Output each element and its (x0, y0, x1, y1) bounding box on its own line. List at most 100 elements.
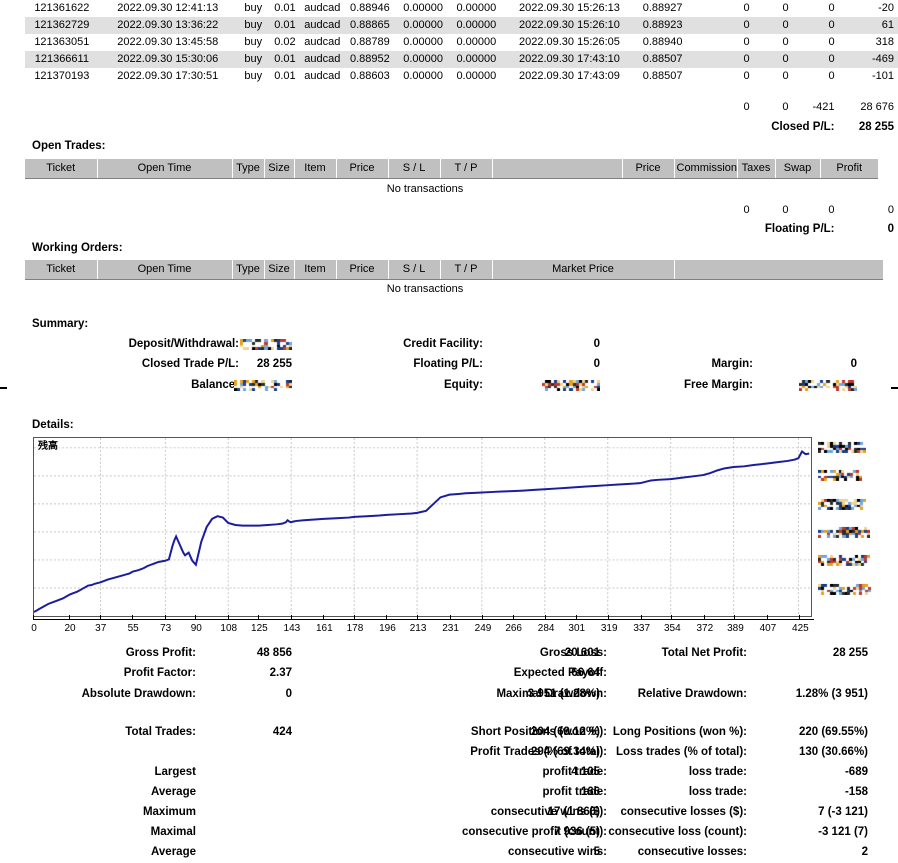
x-tick-mark (227, 615, 229, 619)
cell-commission: 0 (689, 17, 754, 34)
stat-label: Total Net Profit: (661, 647, 747, 659)
stat-label: loss trade: (688, 766, 747, 778)
floating-pl-row: Floating P/L: 0 (0, 221, 898, 238)
column-header-profit[interactable]: Profit (820, 158, 878, 179)
column-header-swap[interactable]: Swap (775, 158, 821, 179)
working-orders-header: Ticket Open Time Type Size Item Price S / LT /… (0, 259, 898, 280)
column-header-size[interactable]: Size (264, 158, 295, 179)
x-tick-mark (99, 615, 101, 619)
x-tick-label: 178 (346, 623, 364, 634)
redacted-value (818, 555, 870, 567)
closed-pl-row: Closed P/L: 28 255 (0, 119, 898, 136)
stat-value: -158 (844, 786, 868, 798)
total-swap: -421 (812, 101, 835, 113)
cell-commission: 0 (689, 51, 754, 68)
redacted-value (542, 380, 600, 392)
cell-commission: 0 (743, 70, 750, 82)
closed-pl-value: 28 255 (858, 121, 894, 133)
stat-value: 424 (272, 726, 292, 738)
x-tick-label: 125 (251, 623, 268, 634)
column-header-market-price[interactable]: Market Price (492, 259, 675, 280)
x-tick-mark (512, 615, 514, 619)
column-header-taxes[interactable]: Taxes (737, 158, 776, 179)
column-header-type[interactable]: Type (232, 158, 265, 179)
column-header-price[interactable]: Price (336, 158, 389, 179)
summary-row: Closed Trade P/L: 28 255 Floating P/L: 0 Mar… (0, 358, 898, 378)
column-header-item[interactable]: Item (294, 158, 337, 179)
x-tick-mark (575, 615, 577, 619)
totals-row: 0 0 -421 28 676 (25, 99, 898, 116)
cell-tp: 0.00000 (449, 17, 503, 34)
column-header-s-l[interactable]: S / L (388, 259, 441, 280)
stat-label: Long Positions (won %): (612, 726, 747, 738)
cell-tp: 0.00000 (456, 36, 497, 48)
x-tick-mark (323, 615, 325, 619)
open-total-swap: 0 (828, 204, 835, 216)
column-header-ticket[interactable]: Ticket (25, 158, 98, 179)
x-tick-mark (545, 615, 547, 619)
cell-taxes: 0 (782, 70, 789, 82)
x-tick-mark (386, 615, 388, 619)
cell-commission: 0 (743, 2, 750, 14)
column-header-type[interactable]: Type (232, 259, 265, 280)
stat-value: 20 601 (564, 647, 600, 659)
column-header-commission[interactable]: Commission (674, 158, 738, 179)
redacted-value (818, 583, 874, 595)
x-tick-label: 37 (95, 623, 107, 634)
x-tick-label: 249 (474, 623, 492, 634)
stat-label: consecutive losses: (637, 846, 747, 858)
x-tick-label: 407 (759, 623, 777, 634)
stat-value: 3 951 (1.28%) (527, 688, 600, 700)
column-header-s-l[interactable]: S / L (388, 158, 441, 179)
chart-series-label: 残高 (37, 441, 59, 452)
open-trades-totals: 0 0 0 0 (0, 202, 898, 219)
cell-taxes: 0 (753, 51, 793, 68)
chart-gridlines (34, 438, 811, 616)
cell-swap: 0 (828, 36, 835, 48)
cell-type: buy (236, 17, 270, 34)
y-tick-label (818, 583, 874, 596)
cell-price: 0.88789 (350, 36, 390, 48)
cell-open-time: 2022.09.30 17:30:51 (117, 70, 219, 82)
x-tick-mark (195, 615, 197, 619)
cell-ticket: 121366611 (25, 51, 99, 68)
column-header-item[interactable]: Item (294, 259, 337, 280)
column-header-open-time[interactable]: Open Time (97, 259, 233, 280)
column-header-t-p[interactable]: T / P (440, 259, 493, 280)
column-header-price[interactable]: Price (622, 158, 675, 179)
x-tick-mark (353, 615, 355, 619)
column-header-ticket[interactable]: Ticket (25, 259, 98, 280)
stat-label: Largest (154, 766, 196, 778)
cell-size: 0.01 (269, 51, 301, 68)
stat-label: Average (151, 846, 196, 858)
cell-profit: 318 (875, 36, 894, 48)
cell-ticket: 121363051 (34, 36, 90, 48)
column-header-size[interactable]: Size (264, 259, 295, 280)
summary-label: Free Margin: (683, 379, 753, 391)
working-orders-heading: Working Orders: (32, 242, 123, 254)
redacted-value (234, 380, 292, 392)
table-row: 121370193 2022.09.30 17:30:51 buy 0.01 audca… (25, 68, 898, 85)
stat-label: Maximum (142, 806, 196, 818)
cell-close-time: 2022.09.30 15:26:13 (518, 2, 620, 14)
column-header-open-time[interactable]: Open Time (97, 158, 233, 179)
column-header-price[interactable]: Price (336, 259, 389, 280)
column-header-blank[interactable] (492, 158, 623, 179)
cell-type: buy (244, 36, 263, 48)
cell-size: 0.02 (274, 36, 296, 48)
y-tick-label (818, 498, 866, 511)
x-tick-mark (671, 615, 673, 619)
cell-sl: 0.00000 (403, 70, 443, 82)
x-tick-label: 354 (664, 623, 681, 634)
cell-tp: 0.00000 (456, 70, 497, 82)
x-tick-label: 301 (568, 623, 586, 634)
x-tick-label: 213 (409, 623, 427, 634)
cell-close-time: 2022.09.30 15:26:05 (518, 36, 620, 48)
x-tick-mark (482, 615, 483, 619)
column-header-t-p[interactable]: T / P (440, 158, 493, 179)
x-tick-label: 372 (696, 623, 714, 634)
column-header-blank[interactable] (674, 259, 883, 280)
summary-value: 0 (593, 358, 600, 370)
stat-value: 7 936 (5) (553, 826, 600, 838)
balance-chart (33, 437, 812, 617)
